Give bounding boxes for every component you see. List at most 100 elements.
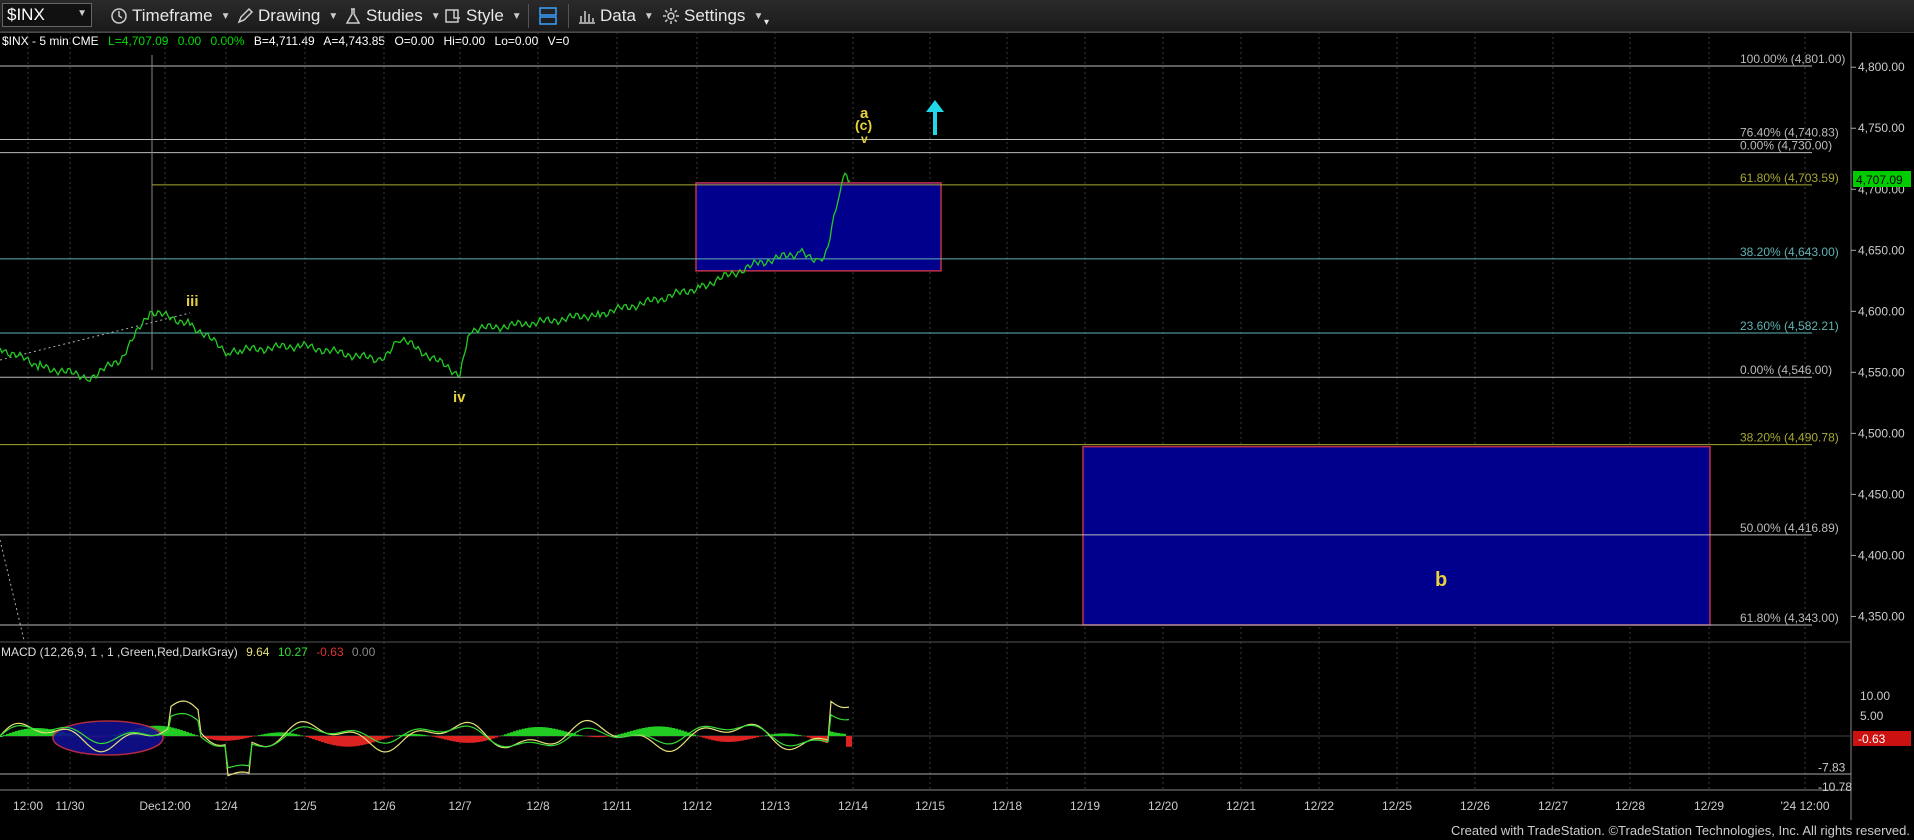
time-axis-label: 12/28 bbox=[1615, 799, 1645, 813]
macd-histogram-bar bbox=[531, 727, 534, 736]
macd-histogram-bar bbox=[840, 733, 843, 736]
macd-histogram-bar bbox=[300, 735, 303, 736]
macd-histogram-bar bbox=[765, 735, 768, 736]
time-axis-label: 12/12 bbox=[682, 799, 712, 813]
macd-histogram-bar bbox=[306, 736, 309, 738]
macd-histogram-bar bbox=[534, 727, 537, 736]
macd-histogram-bar bbox=[525, 728, 528, 736]
macd-histogram-bar bbox=[27, 728, 30, 736]
macd-histogram-bar bbox=[333, 736, 336, 746]
price-tick-label: 4,600.00 bbox=[1858, 304, 1905, 318]
wave-label-iii: iii bbox=[186, 293, 199, 310]
macd-histogram-bar bbox=[774, 733, 777, 736]
macd-histogram-bar bbox=[240, 736, 243, 740]
macd-histogram-bar bbox=[3, 734, 6, 736]
macd-histogram-bar bbox=[210, 736, 213, 740]
macd-histogram-bar bbox=[777, 733, 780, 736]
macd-histogram-bar bbox=[681, 730, 684, 736]
time-axis-label: 12:00 bbox=[13, 799, 43, 813]
macd-histogram-bar bbox=[228, 736, 231, 741]
macd-histogram-bar bbox=[663, 726, 666, 736]
macd-histogram-bar bbox=[237, 736, 240, 740]
macd-value-4: 0.00 bbox=[351, 645, 376, 659]
time-axis-label: 12/22 bbox=[1304, 799, 1334, 813]
macd-histogram-bar bbox=[396, 735, 399, 736]
time-axis-label: 12/8 bbox=[526, 799, 550, 813]
macd-histogram-bar bbox=[432, 736, 435, 737]
time-axis-label: 12/26 bbox=[1460, 799, 1490, 813]
macd-histogram-bar bbox=[846, 736, 849, 747]
macd-histogram-bar bbox=[783, 733, 786, 736]
macd-histogram-bar bbox=[465, 736, 468, 743]
macd-histogram-bar bbox=[726, 736, 729, 742]
macd-histogram-bar bbox=[267, 733, 270, 736]
fib-label: 61.80% (4,343.00) bbox=[1740, 611, 1839, 625]
time-axis-label: 12/18 bbox=[992, 799, 1022, 813]
macd-histogram-bar bbox=[651, 726, 654, 736]
target-zone-box[interactable] bbox=[695, 182, 942, 272]
macd-histogram-bar bbox=[720, 736, 723, 742]
macd-histogram-bar bbox=[177, 729, 180, 736]
macd-histogram-bar bbox=[438, 736, 441, 739]
macd-histogram-bar bbox=[501, 735, 504, 736]
macd-histogram-bar bbox=[645, 727, 648, 736]
time-axis-label: 12/20 bbox=[1148, 799, 1178, 813]
macd-histogram-bar bbox=[243, 736, 246, 739]
macd-histogram-bar bbox=[174, 728, 177, 736]
wave-label-v: v bbox=[861, 132, 868, 146]
macd-histogram-bar bbox=[741, 736, 744, 741]
macd-histogram-bar bbox=[186, 732, 189, 736]
macd-histogram-bar bbox=[594, 736, 597, 738]
macd-histogram-bar bbox=[495, 736, 498, 738]
macd-histogram-bar bbox=[336, 736, 339, 746]
macd-histogram-bar bbox=[744, 736, 747, 741]
last-price-axis-label: 4,707.09 bbox=[1856, 173, 1903, 187]
time-axis-label: 12/21 bbox=[1226, 799, 1256, 813]
price-tick-label: 4,450.00 bbox=[1858, 487, 1905, 501]
macd-histogram-bar bbox=[450, 736, 453, 741]
macd-histogram-bar bbox=[735, 736, 738, 742]
macd-histogram-bar bbox=[576, 734, 579, 736]
price-chart[interactable]: 100.00% (4,801.00)76.40% (4,740.83)0.00%… bbox=[0, 0, 1914, 840]
macd-histogram-bar bbox=[552, 728, 555, 736]
macd-histogram-bar bbox=[327, 736, 330, 744]
macd-histogram-bar bbox=[444, 736, 447, 740]
macd-histogram-bar bbox=[699, 736, 702, 737]
macd-histogram-bar bbox=[21, 729, 24, 736]
macd-histogram-bar bbox=[189, 733, 192, 736]
fib-label: 50.00% (4,416.89) bbox=[1740, 521, 1839, 535]
macd-histogram-bar bbox=[30, 728, 33, 736]
macd-histogram-bar bbox=[588, 736, 591, 737]
macd-histogram-bar bbox=[9, 732, 12, 736]
macd-histogram-bar bbox=[414, 733, 417, 736]
macd-histogram-bar bbox=[390, 736, 393, 737]
macd-histogram-bar bbox=[558, 729, 561, 736]
price-tick-label: 4,400.00 bbox=[1858, 548, 1905, 562]
fib-label: 100.00% (4,801.00) bbox=[1740, 52, 1845, 66]
wave-b-zone-box[interactable] bbox=[1082, 445, 1711, 626]
fib-label: 38.20% (4,643.00) bbox=[1740, 245, 1839, 259]
macd-histogram-bar bbox=[513, 731, 516, 736]
macd-title: MACD (12,26,9, 1 , 1 ,Green,Red,DarkGray… bbox=[1, 645, 238, 659]
macd-histogram-bar bbox=[273, 732, 276, 736]
macd-histogram-bar bbox=[657, 726, 660, 736]
macd-histogram-bar bbox=[753, 736, 756, 739]
macd-histogram-bar bbox=[597, 736, 600, 738]
macd-histogram-bar bbox=[231, 736, 234, 741]
macd-histogram-bar bbox=[264, 733, 267, 736]
footer-copyright: Created with TradeStation. ©TradeStation… bbox=[1450, 823, 1910, 838]
macd-histogram-bar bbox=[795, 734, 798, 736]
macd-study-label: MACD (12,26,9, 1 , 1 ,Green,Red,DarkGray… bbox=[1, 645, 380, 659]
macd-histogram-bar bbox=[702, 736, 705, 738]
time-axis-label: 12/15 bbox=[915, 799, 945, 813]
time-axis-label: 12/4 bbox=[214, 799, 238, 813]
fib-label: 38.20% (4,490.78) bbox=[1740, 431, 1839, 445]
macd-histogram-bar bbox=[462, 736, 465, 743]
price-tick-label: 4,750.00 bbox=[1858, 121, 1905, 135]
macd-histogram-bar bbox=[543, 727, 546, 736]
macd-histogram-bar bbox=[357, 736, 360, 746]
macd-histogram-bar bbox=[18, 730, 21, 736]
macd-histogram-bar bbox=[759, 736, 762, 737]
macd-histogram-bar bbox=[705, 736, 708, 739]
time-axis-label: 12/29 bbox=[1694, 799, 1724, 813]
